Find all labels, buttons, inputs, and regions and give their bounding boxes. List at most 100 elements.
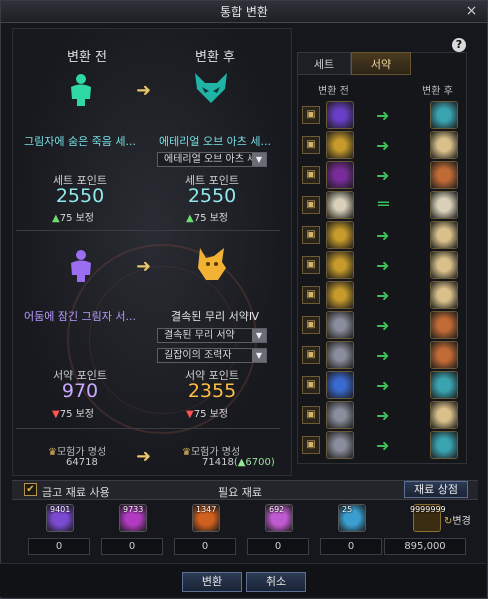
scroll-dropdown-1[interactable]: 결속된 무리 서약 ▼ (157, 328, 267, 343)
conversion-row[interactable]: ▣ ➜ (298, 250, 466, 280)
set-after-name: 에테리얼 오브 아츠 세... (158, 135, 272, 148)
material-quantity: 0 (320, 538, 382, 555)
lock-icon[interactable]: ▣ (302, 196, 320, 214)
conversion-row[interactable]: ▣ ➜ (298, 400, 466, 430)
scroll-before-item-icon[interactable] (326, 431, 354, 459)
set-dropdown[interactable]: 에테리얼 오브 아츠 세 ▼ (157, 152, 267, 167)
lock-icon[interactable]: ▣ (302, 346, 320, 364)
arrow-right-icon: ➜ (376, 136, 390, 155)
scroll-after-item-icon[interactable] (430, 311, 458, 339)
fame-before-value: 64718 (66, 457, 98, 468)
scroll-after-bonus: ▼75 보정 (186, 409, 229, 420)
lock-icon[interactable]: ▣ (302, 166, 320, 184)
scroll-after-item-icon[interactable] (430, 131, 458, 159)
conversion-row[interactable]: ▣ ➜ (298, 430, 466, 460)
tab-set[interactable]: 세트 (297, 52, 351, 75)
lock-icon[interactable]: ▣ (302, 136, 320, 154)
scroll-before-item-icon[interactable] (326, 341, 354, 369)
scroll-after-item-icon[interactable] (430, 251, 458, 279)
column-before: 변환 전 (318, 86, 349, 97)
scroll-before-item-icon[interactable] (326, 131, 354, 159)
arrow-right-icon: ➜ (376, 406, 390, 425)
scroll-before-item-icon[interactable] (326, 161, 354, 189)
material-count: 692 (269, 505, 285, 514)
before-header: 변환 전 (66, 50, 107, 65)
after-header: 변환 후 (194, 50, 235, 65)
scroll-after-item-icon[interactable] (430, 101, 458, 129)
scroll-after-item-icon[interactable] (430, 401, 458, 429)
lock-icon[interactable]: ▣ (302, 406, 320, 424)
tab-scroll[interactable]: 서약 (351, 52, 411, 75)
conversion-row[interactable]: ▣ ➜ (298, 280, 466, 310)
conversion-row[interactable]: ▣ ➜ (298, 220, 466, 250)
lock-icon[interactable]: ▣ (302, 316, 320, 334)
down-triangle-icon: ▼ (186, 409, 194, 420)
scroll-dropdown-2[interactable]: 길잡이의 조력자 ▼ (157, 348, 267, 363)
cancel-button[interactable]: 취소 (246, 572, 306, 592)
conversion-row[interactable]: ▣ ➜ (298, 160, 466, 190)
column-after: 변환 후 (422, 86, 453, 97)
conversion-row[interactable]: ▣ ➜ (298, 310, 466, 340)
window-title: 통합 변환 (220, 5, 268, 19)
conversion-row[interactable]: ▣ ➜ (298, 370, 466, 400)
set-before-bonus: ▲75 보정 (52, 213, 95, 224)
material-shop-button[interactable]: 재료 상점 (404, 481, 468, 498)
required-materials-label: 필요 재료 (218, 486, 262, 499)
conversion-row[interactable]: ▣ ➜ (298, 340, 466, 370)
scroll-after-item-icon[interactable] (430, 281, 458, 309)
lock-icon[interactable]: ▣ (302, 256, 320, 274)
material-count: 1347 (196, 505, 217, 514)
arrow-right-icon: ➜ (376, 226, 390, 245)
material-quantity: 0 (101, 538, 163, 555)
material-quantity: 0 (174, 538, 236, 555)
scroll-before-item-icon[interactable] (326, 221, 354, 249)
scroll-after-item-icon[interactable] (430, 371, 458, 399)
material-quantity: 0 (247, 538, 309, 555)
chevron-down-icon[interactable]: ▼ (252, 349, 266, 362)
chevron-down-icon[interactable]: ▼ (252, 329, 266, 342)
conversion-row[interactable]: ▣ ➜ (298, 100, 466, 130)
scroll-before-item-icon[interactable] (326, 191, 354, 219)
scroll-before-item-icon[interactable] (326, 101, 354, 129)
scroll-dropdown-2-value: 길잡이의 조력자 (164, 350, 232, 361)
lock-icon[interactable]: ▣ (302, 376, 320, 394)
scroll-before-item-icon[interactable] (326, 311, 354, 339)
set-after-points: 2550 (187, 185, 237, 207)
conversion-row[interactable]: ▣ ═ (298, 190, 466, 220)
scroll-before-icon (63, 248, 99, 284)
use-stash-checkbox[interactable]: ✔ (24, 483, 37, 496)
lock-icon[interactable]: ▣ (302, 106, 320, 124)
scroll-before-item-icon[interactable] (326, 401, 354, 429)
scroll-after-item-icon[interactable] (430, 431, 458, 459)
crown-icon: ♛ (182, 447, 191, 458)
title-bar[interactable]: 통합 변환 × (1, 1, 487, 23)
set-arrow-icon: ➜ (136, 80, 152, 101)
material-quantity: 0 (28, 538, 90, 555)
fame-before: ♛모험가 명성 (48, 447, 107, 458)
fame-arrow-icon: ➜ (136, 446, 152, 467)
gold-quantity: 895,000 (384, 538, 466, 555)
lock-icon[interactable]: ▣ (302, 286, 320, 304)
scroll-before-item-icon[interactable] (326, 251, 354, 279)
arrow-right-icon: ➜ (376, 436, 390, 455)
section-divider (16, 230, 280, 231)
help-icon[interactable]: ? (452, 38, 466, 52)
equal-icon: ═ (378, 194, 389, 215)
scroll-after-item-icon[interactable] (430, 221, 458, 249)
scroll-after-item-icon[interactable] (430, 191, 458, 219)
material-count: 9401 (50, 505, 71, 514)
lock-icon[interactable]: ▣ (302, 436, 320, 454)
chevron-down-icon[interactable]: ▼ (252, 153, 266, 166)
convert-button[interactable]: 변환 (182, 572, 242, 592)
scroll-after-item-icon[interactable] (430, 341, 458, 369)
up-triangle-icon: ▲ (186, 213, 194, 224)
scroll-before-item-icon[interactable] (326, 281, 354, 309)
conversion-row[interactable]: ▣ ➜ (298, 130, 466, 160)
up-triangle-icon: ▲ (52, 213, 60, 224)
close-icon[interactable]: × (464, 4, 479, 19)
scroll-before-item-icon[interactable] (326, 371, 354, 399)
set-dropdown-value: 에테리얼 오브 아츠 세 (164, 154, 257, 165)
change-gold-button[interactable]: ↻변경 (444, 512, 471, 527)
lock-icon[interactable]: ▣ (302, 226, 320, 244)
scroll-after-item-icon[interactable] (430, 161, 458, 189)
